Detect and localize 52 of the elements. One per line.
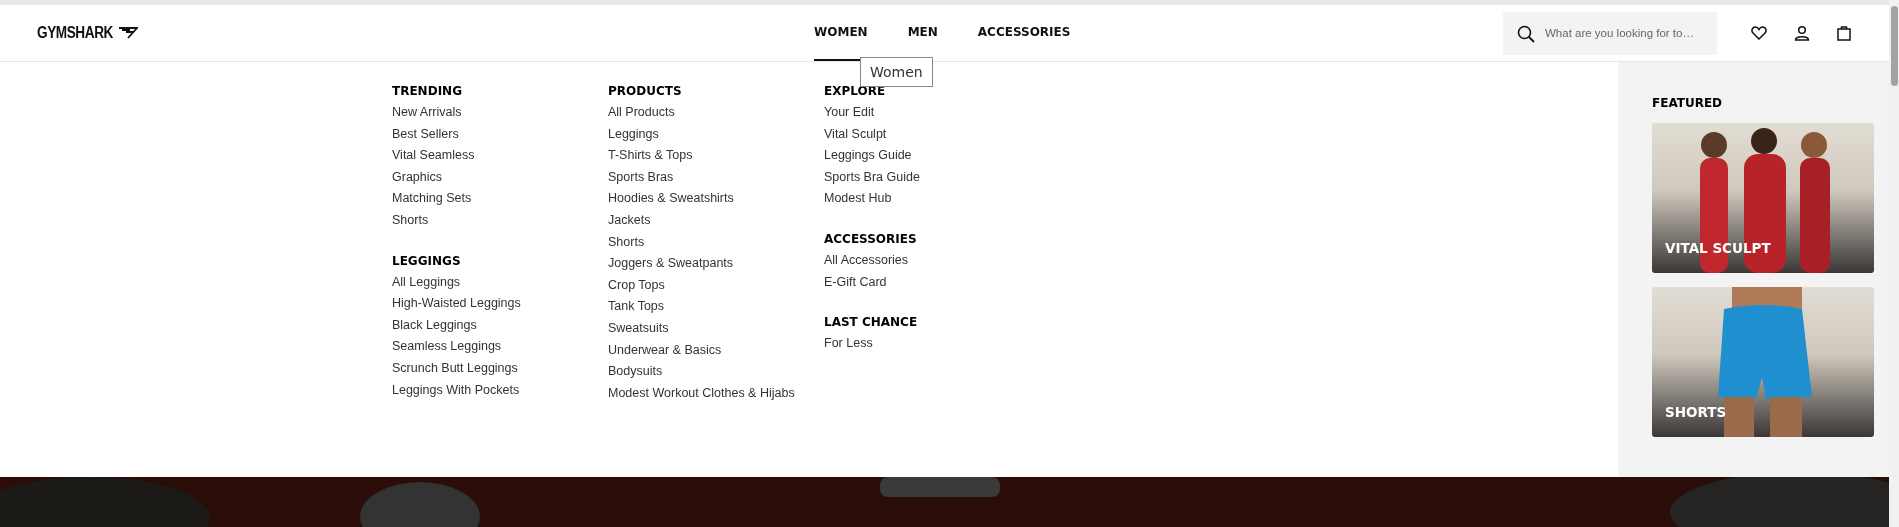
menu-link[interactable]: Vital Seamless [392,145,608,167]
menu-link[interactable]: All Leggings [392,271,608,294]
menu-link[interactable]: All Products [608,102,824,124]
section-heading: PRODUCTS [608,84,683,100]
menu-link[interactable]: Your Edit [824,102,1040,124]
menu-link[interactable]: Sports Bra Guide [824,166,1040,189]
menu-link[interactable]: Leggings With Pockets [392,379,608,402]
menu-link[interactable]: Shorts [608,231,824,254]
menu-link[interactable]: Tank Tops [608,296,824,318]
featured-card[interactable]: SHORTS [1652,287,1874,437]
section-heading: TRENDING [392,84,463,100]
featured-heading: FEATURED [1652,96,1724,110]
search-icon [1517,24,1535,43]
menu-link[interactable]: Shorts [392,209,608,232]
menu-link[interactable]: T-Shirts & Tops [608,145,824,167]
menu-link[interactable]: Scrunch Butt Leggings [392,357,608,380]
menu-link[interactable]: Joggers & Sweatpants [608,253,824,275]
menu-link[interactable]: Matching Sets [392,188,608,210]
menu-link[interactable]: Underwear & Basics [608,339,824,362]
menu-link[interactable]: Seamless Leggings [392,336,608,358]
section-heading: ACCESSORIES [824,231,918,248]
menu-link[interactable]: Leggings [608,123,824,146]
menu-link[interactable]: Vital Sculpt [824,123,1040,146]
heart-icon[interactable] [1751,25,1767,41]
menu-link[interactable]: Modest Workout Clothes & Hijabs [608,382,824,405]
menu-link[interactable]: Hoodies & Sweatshirts [608,188,824,210]
account-icon[interactable] [1794,25,1810,41]
menu-link[interactable]: All Accessories [824,249,1040,272]
section-heading: LAST CHANCE [824,315,919,332]
menu-link[interactable]: E-Gift Card [824,271,1040,294]
menu-link[interactable]: Sweatsuits [608,317,824,340]
menu-link[interactable]: For Less [824,333,1040,355]
menu-link[interactable]: Black Leggings [392,314,608,337]
menu-link[interactable]: Modest Hub [824,188,1040,210]
menu-link[interactable]: Jackets [608,209,824,232]
tooltip: Women [860,57,933,87]
menu-link[interactable]: Leggings Guide [824,145,1040,167]
menu-link[interactable]: Crop Tops [608,274,824,297]
logo-text[interactable]: GYMSHARK [37,24,113,42]
menu-link[interactable]: Sports Bras [608,166,824,189]
menu-link[interactable]: Best Sellers [392,123,608,146]
section-heading: LEGGINGS [392,253,462,270]
menu-link[interactable]: Bodysuits [608,361,824,383]
scrollbar[interactable] [1889,0,1899,527]
featured-card[interactable]: VITAL SCULPT [1652,123,1874,273]
menu-link[interactable]: Graphics [392,166,608,189]
menu-link[interactable]: High-Waisted Leggings [392,293,608,315]
nav-tab[interactable]: ACCESSORIES [977,5,1071,61]
shark-logo-icon[interactable] [118,27,139,39]
search-field[interactable]: What are you looking for to… [1503,11,1717,55]
bag-icon[interactable] [1837,25,1851,41]
menu-link[interactable]: New Arrivals [392,102,608,124]
